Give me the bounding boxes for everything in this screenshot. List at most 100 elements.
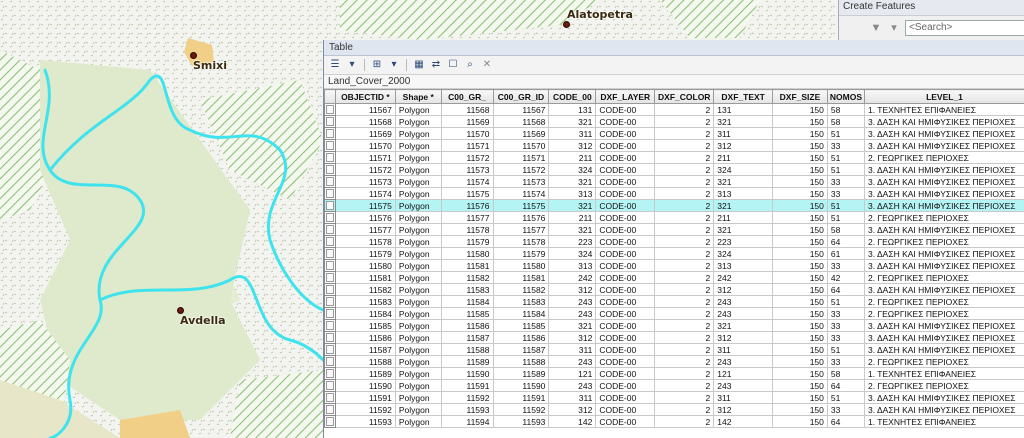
table-cell[interactable]: 3. ΔΑΣΗ ΚΑΙ ΗΜΙΦΥΣΙΚΕΣ ΠΕΡΙΟΧΕΣ: [864, 199, 1024, 212]
table-cell[interactable]: 51: [826, 343, 866, 356]
column-header[interactable]: OBJECTID *: [334, 89, 396, 104]
table-cell[interactable]: 11576: [440, 199, 494, 212]
related-tables-icon[interactable]: ⊞: [370, 58, 384, 72]
table-cell[interactable]: CODE-00: [595, 403, 656, 416]
table-cell[interactable]: 33: [826, 187, 866, 200]
table-cell[interactable]: 150: [772, 163, 828, 176]
table-cell[interactable]: 11579: [334, 247, 396, 260]
table-cell[interactable]: 11588: [492, 355, 550, 368]
table-cell[interactable]: 131: [548, 103, 597, 116]
table-cell[interactable]: 11590: [440, 367, 494, 380]
table-cell[interactable]: 51: [826, 295, 866, 308]
row-selector[interactable]: [324, 211, 336, 224]
table-cell[interactable]: 11586: [334, 331, 396, 344]
table-cell[interactable]: 11582: [492, 283, 550, 296]
table-cell[interactable]: 11593: [440, 403, 494, 416]
table-cell[interactable]: 311: [548, 127, 597, 140]
row-selector[interactable]: [324, 271, 336, 284]
table-cell[interactable]: 11577: [492, 223, 550, 236]
table-cell[interactable]: 11584: [492, 307, 550, 320]
row-selector[interactable]: [324, 127, 336, 140]
table-cell[interactable]: 2: [654, 247, 715, 260]
table-cell[interactable]: 33: [826, 139, 866, 152]
table-cell[interactable]: 150: [772, 403, 828, 416]
table-cell[interactable]: 1. ΤΕΧΝΗΤΕΣ ΕΠΙΦΑΝΕΙΕΣ: [864, 415, 1024, 428]
table-cell[interactable]: 11580: [334, 259, 396, 272]
table-cell[interactable]: 11589: [492, 367, 550, 380]
table-cell[interactable]: 142: [548, 415, 597, 428]
column-header[interactable]: DXF_LAYER: [595, 89, 656, 104]
table-cell[interactable]: 33: [826, 319, 866, 332]
column-header[interactable]: C00_GR_ID: [492, 89, 550, 104]
table-cell[interactable]: 321: [713, 199, 774, 212]
table-cell[interactable]: 11571: [334, 151, 396, 164]
row-selector[interactable]: [324, 319, 336, 332]
row-selector[interactable]: [324, 379, 336, 392]
table-row[interactable]: 11588 Polygon 11589 11588 243 CODE-00 2 243 150 3…: [324, 355, 1024, 368]
table-cell[interactable]: 11588: [440, 343, 494, 356]
table-cell[interactable]: CODE-00: [595, 199, 656, 212]
table-cell[interactable]: 2. ΓΕΩΡΓΙΚΕΣ ΠΕΡΙΟΧΕΣ: [864, 355, 1024, 368]
table-cell[interactable]: 312: [548, 331, 597, 344]
table-cell[interactable]: 3. ΔΑΣΗ ΚΑΙ ΗΜΙΦΥΣΙΚΕΣ ΠΕΡΙΟΧΕΣ: [864, 343, 1024, 356]
table-cell[interactable]: 242: [548, 271, 597, 284]
table-cell[interactable]: 150: [772, 115, 828, 128]
table-cell[interactable]: 2: [654, 151, 715, 164]
table-cell[interactable]: 3. ΔΑΣΗ ΚΑΙ ΗΜΙΦΥΣΙΚΕΣ ΠΕΡΙΟΧΕΣ: [864, 175, 1024, 188]
table-cell[interactable]: 2: [654, 199, 715, 212]
table-cell[interactable]: 243: [713, 355, 774, 368]
table-cell[interactable]: 150: [772, 379, 828, 392]
table-cell[interactable]: 211: [713, 151, 774, 164]
table-cell[interactable]: Polygon: [394, 223, 442, 236]
table-cell[interactable]: 312: [713, 403, 774, 416]
table-row[interactable]: 11577 Polygon 11578 11577 321 CODE-00 2 321 150 5…: [324, 223, 1024, 236]
row-selector[interactable]: [324, 391, 336, 404]
table-cell[interactable]: 211: [548, 211, 597, 224]
table-cell[interactable]: Polygon: [394, 307, 442, 320]
table-row[interactable]: 11586 Polygon 11587 11586 312 CODE-00 2 312 150 3…: [324, 331, 1024, 344]
switch-selection-icon[interactable]: ⇄: [429, 58, 443, 72]
table-cell[interactable]: 3. ΔΑΣΗ ΚΑΙ ΗΜΙΦΥΣΙΚΕΣ ΠΕΡΙΟΧΕΣ: [864, 319, 1024, 332]
table-cell[interactable]: 324: [713, 247, 774, 260]
table-cell[interactable]: 11591: [334, 391, 396, 404]
table-cell[interactable]: 2: [654, 223, 715, 236]
table-cell[interactable]: 312: [548, 139, 597, 152]
table-cell[interactable]: 11580: [440, 247, 494, 260]
table-cell[interactable]: 2: [654, 319, 715, 332]
table-cell[interactable]: Polygon: [394, 235, 442, 248]
table-cell[interactable]: 150: [772, 367, 828, 380]
table-cell[interactable]: 58: [826, 103, 866, 116]
table-cell[interactable]: 51: [826, 199, 866, 212]
row-selector[interactable]: [324, 103, 336, 116]
table-cell[interactable]: 11568: [440, 103, 494, 116]
template-organize-icon[interactable]: ▾: [887, 21, 901, 35]
table-cell[interactable]: 2: [654, 343, 715, 356]
table-row[interactable]: 11582 Polygon 11583 11582 312 CODE-00 2 312 150 6…: [324, 283, 1024, 296]
table-cell[interactable]: 11571: [440, 139, 494, 152]
table-cell[interactable]: 11572: [440, 151, 494, 164]
table-cell[interactable]: Polygon: [394, 139, 442, 152]
table-cell[interactable]: 150: [772, 307, 828, 320]
row-selector[interactable]: [324, 235, 336, 248]
table-cell[interactable]: 2: [654, 331, 715, 344]
table-cell[interactable]: 33: [826, 175, 866, 188]
row-selector[interactable]: [324, 295, 336, 308]
table-cell[interactable]: Polygon: [394, 403, 442, 416]
table-cell[interactable]: CODE-00: [595, 187, 656, 200]
table-cell[interactable]: 312: [713, 331, 774, 344]
zoom-to-selected-icon[interactable]: ⌕: [463, 58, 477, 72]
table-cell[interactable]: 312: [548, 283, 597, 296]
table-cell[interactable]: 11568: [334, 115, 396, 128]
table-row[interactable]: 11585 Polygon 11586 11585 321 CODE-00 2 321 150 3…: [324, 319, 1024, 332]
table-cell[interactable]: CODE-00: [595, 115, 656, 128]
table-cell[interactable]: 61: [826, 247, 866, 260]
table-cell[interactable]: 2. ΓΕΩΡΓΙΚΕΣ ΠΕΡΙΟΧΕΣ: [864, 211, 1024, 224]
table-cell[interactable]: 51: [826, 163, 866, 176]
table-row[interactable]: 11567 Polygon 11568 11567 131 CODE-00 2 131 150 5…: [324, 103, 1024, 116]
table-cell[interactable]: 2. ΓΕΩΡΓΙΚΕΣ ΠΕΡΙΟΧΕΣ: [864, 151, 1024, 164]
table-cell[interactable]: 11587: [440, 331, 494, 344]
table-cell[interactable]: 33: [826, 259, 866, 272]
table-cell[interactable]: 11590: [492, 379, 550, 392]
table-cell[interactable]: 11584: [440, 295, 494, 308]
table-row[interactable]: 11580 Polygon 11581 11580 313 CODE-00 2 313 150 3…: [324, 259, 1024, 272]
